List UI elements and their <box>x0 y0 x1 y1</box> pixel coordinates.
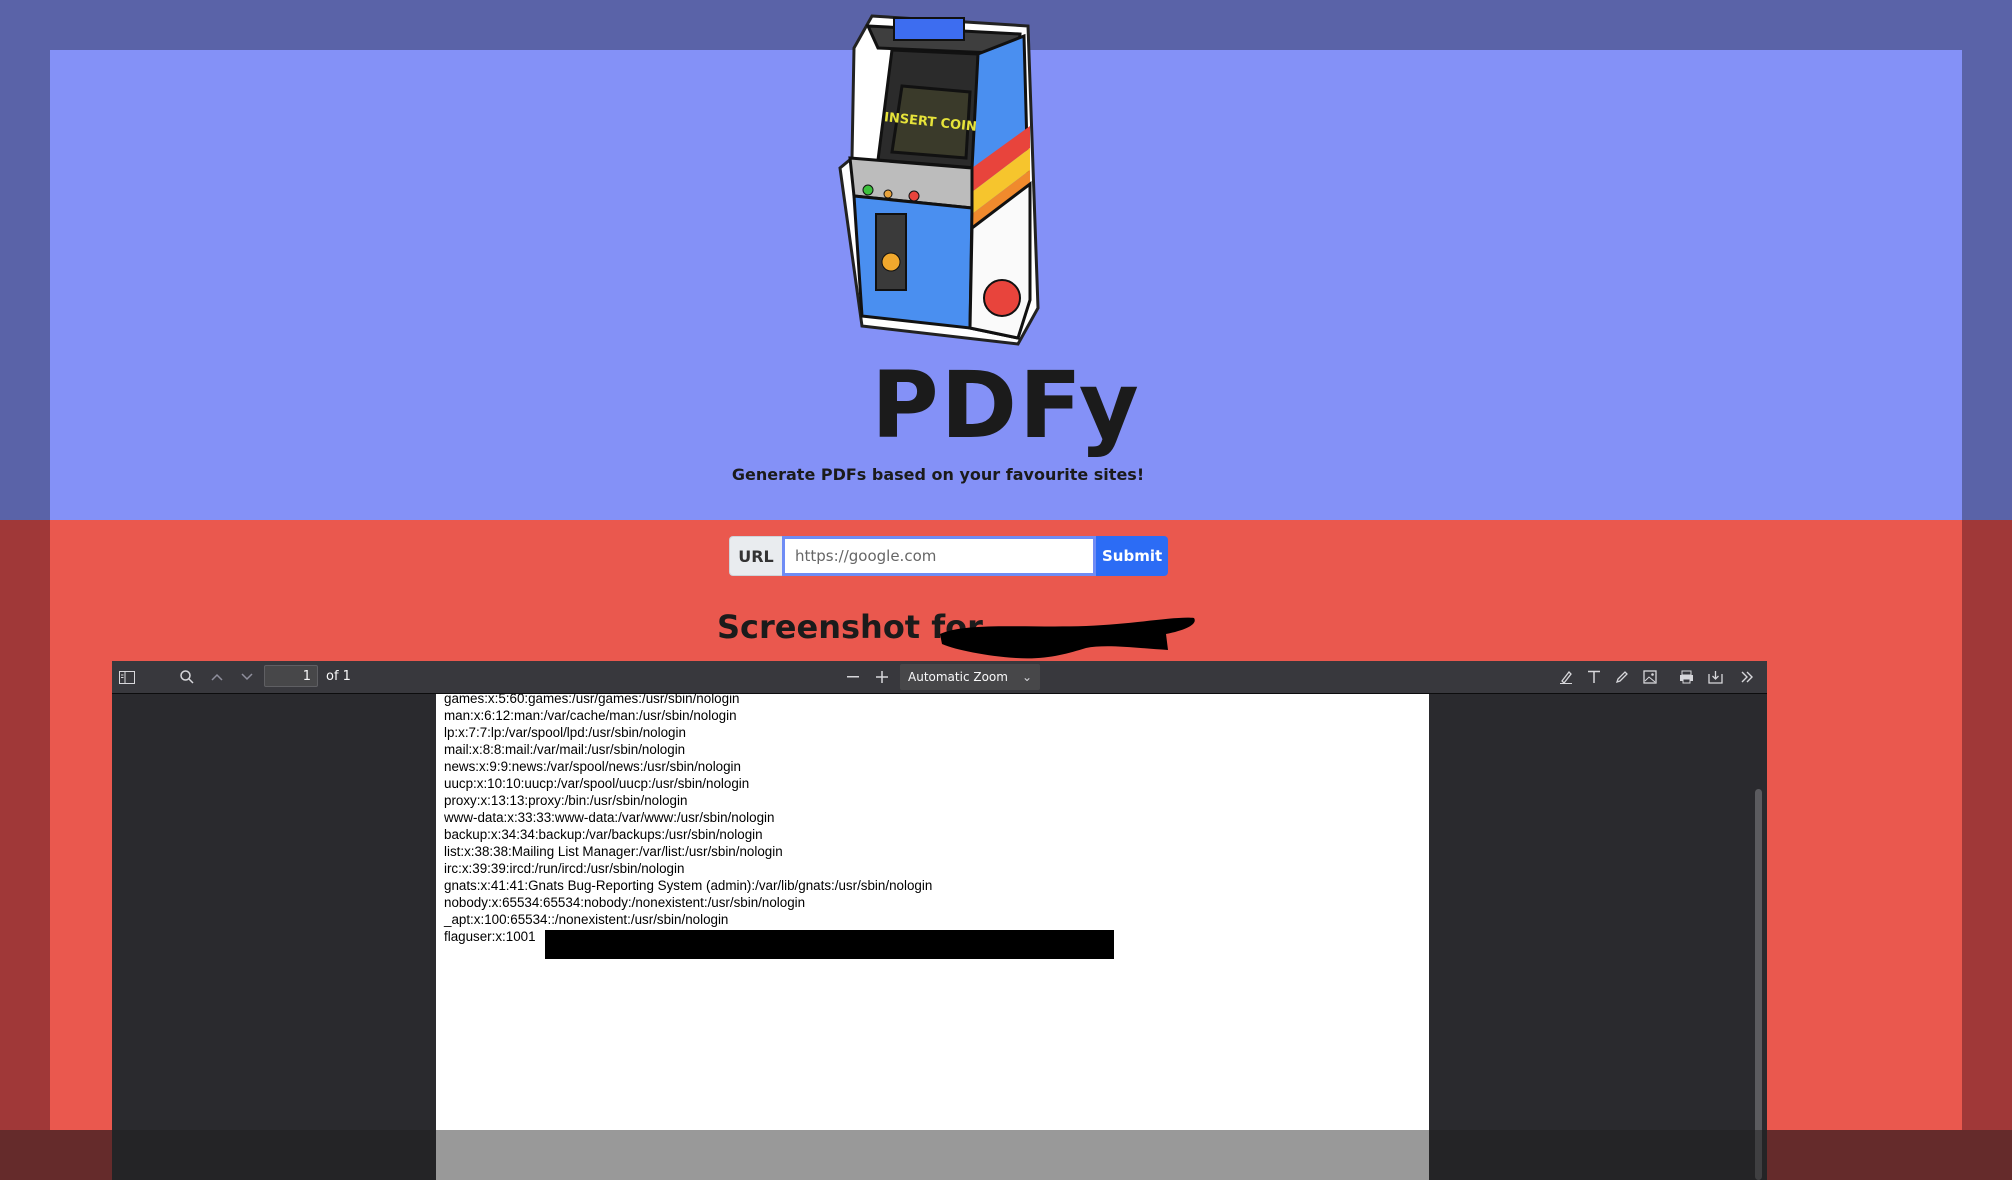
pdf-text-line: proxy:x:13:13:proxy:/bin:/usr/sbin/nolog… <box>444 793 688 808</box>
pdf-viewer: 1 of 1 Automatic Zoom ⌄ games:x:5:60:gam… <box>112 661 1767 1180</box>
print-icon[interactable] <box>1675 666 1697 688</box>
url-label: URL <box>729 536 782 576</box>
pdf-text-line: list:x:38:38:Mailing List Manager:/var/l… <box>444 844 783 859</box>
app-subtitle: Generate PDFs based on your favourite si… <box>731 465 1145 484</box>
pdf-text-line: _apt:x:100:65534::/nonexistent:/usr/sbin… <box>444 912 729 927</box>
pdf-text-lines: games:x:5:60:games:/usr/games:/usr/sbin/… <box>444 694 932 945</box>
pdf-text-line: www-data:x:33:33:www-data:/var/www:/usr/… <box>444 810 775 825</box>
save-icon[interactable] <box>1704 666 1726 688</box>
pdf-text-line: uucp:x:10:10:uucp:/var/spool/uucp:/usr/s… <box>444 776 750 791</box>
previous-page-icon[interactable] <box>206 666 228 688</box>
pdf-toolbar: 1 of 1 Automatic Zoom ⌄ <box>112 661 1767 694</box>
flag-redaction-box <box>545 930 1114 959</box>
highlight-icon[interactable] <box>1555 666 1577 688</box>
zoom-in-icon[interactable] <box>871 666 893 688</box>
bottom-overlay <box>0 1130 2012 1180</box>
pdf-text-line: man:x:6:12:man:/var/cache/man:/usr/sbin/… <box>444 708 737 723</box>
url-form: URL Submit <box>729 536 1168 576</box>
find-icon[interactable] <box>176 666 198 688</box>
redaction-scribble <box>940 617 1195 659</box>
url-input[interactable] <box>782 536 1096 576</box>
zoom-out-icon[interactable] <box>842 666 864 688</box>
pdf-text-line: games:x:5:60:games:/usr/games:/usr/sbin/… <box>444 694 740 706</box>
submit-button[interactable]: Submit <box>1096 536 1168 576</box>
next-page-icon[interactable] <box>236 666 258 688</box>
sidebar-toggle-icon[interactable] <box>116 666 138 688</box>
text-tool-icon[interactable] <box>1583 666 1605 688</box>
image-icon[interactable] <box>1639 666 1661 688</box>
page-count: of 1 <box>326 669 351 684</box>
arcade-cabinet-icon: INSERT COIN <box>838 14 1040 346</box>
app-title: PDFy <box>871 352 1141 459</box>
pdf-text-line: backup:x:34:34:backup:/var/backups:/usr/… <box>444 827 763 842</box>
draw-icon[interactable] <box>1611 666 1633 688</box>
chevron-down-icon: ⌄ <box>1021 670 1032 684</box>
pdf-text-line: mail:x:8:8:mail:/var/mail:/usr/sbin/nolo… <box>444 742 686 757</box>
pdf-text-line: news:x:9:9:news:/var/spool/news:/usr/sbi… <box>444 759 741 774</box>
page-number-input[interactable]: 1 <box>264 665 318 687</box>
more-tools-icon[interactable] <box>1736 666 1758 688</box>
scrollbar-thumb[interactable] <box>1755 789 1762 1180</box>
pdf-text-line: nobody:x:65534:65534:nobody:/nonexistent… <box>444 895 806 910</box>
pdf-text-line: lp:x:7:7:lp:/var/spool/lpd:/usr/sbin/nol… <box>444 725 686 740</box>
zoom-select[interactable]: Automatic Zoom ⌄ <box>900 664 1040 690</box>
pdf-text-line: gnats:x:41:41:Gnats Bug-Reporting System… <box>444 878 933 893</box>
zoom-select-value: Automatic Zoom <box>908 670 1008 684</box>
pdf-page: games:x:5:60:games:/usr/games:/usr/sbin/… <box>436 694 1429 1180</box>
pdf-text-line: irc:x:39:39:ircd:/run/ircd:/usr/sbin/nol… <box>444 861 685 876</box>
